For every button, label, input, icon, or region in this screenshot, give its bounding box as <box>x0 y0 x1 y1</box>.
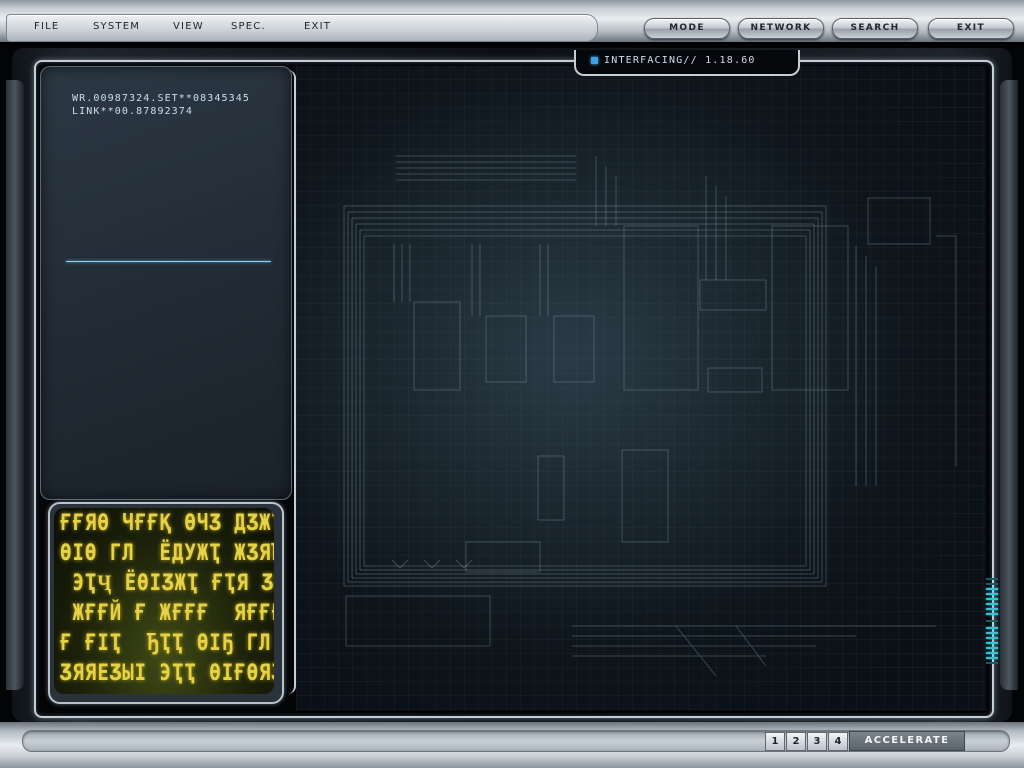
network-button[interactable]: NETWORK <box>738 18 824 39</box>
glyph-row: Ғ ҒӀҬ ЂҬҬ ӨӀҔ ГЛ <box>60 630 272 656</box>
level-bar <box>986 642 998 644</box>
schematic-lines <box>343 155 957 677</box>
left-frame-rail <box>6 80 24 690</box>
level-bar <box>986 632 998 634</box>
page-4-button[interactable]: 4 <box>828 732 848 751</box>
top-menu-bar: FILE SYSTEM VIEW SPEC. EXIT MODE NETWORK… <box>0 0 1024 42</box>
square-marker-icon <box>591 57 598 64</box>
chip-k <box>345 595 491 647</box>
level-bar <box>986 652 998 654</box>
level-bar <box>986 583 998 585</box>
chip-b <box>485 315 527 383</box>
readout-line-1: WR.00987324.SET**08345345 <box>72 93 251 104</box>
level-bar <box>986 613 998 615</box>
chip-a <box>413 301 461 391</box>
level-bar <box>986 662 998 664</box>
level-bar <box>986 637 998 639</box>
app-window: FILE SYSTEM VIEW SPEC. EXIT MODE NETWORK… <box>0 0 1024 768</box>
level-bar <box>986 647 998 649</box>
chip-d <box>623 225 699 391</box>
level-bar <box>986 603 998 605</box>
menu-view[interactable]: VIEW <box>173 21 204 35</box>
level-bar <box>986 608 998 610</box>
right-frame-rail <box>1000 80 1018 690</box>
bus-bottom <box>344 565 826 587</box>
level-bar <box>986 593 998 595</box>
glyph-row: ЖҒҒЙ Ғ ЖҒҒҒ ЯҒҒҒ <box>60 600 274 626</box>
right-traces <box>855 235 957 486</box>
level-bar <box>986 657 998 659</box>
page-2-button[interactable]: 2 <box>786 732 806 751</box>
circuit-schematic <box>296 66 986 710</box>
alien-glyph-screen: ҒҒЯӨ ЧҒҒҚ ӨЧӠ ДӠЖҬ ӨӀӨ ГЛ ЁДУЖҬ ЖӠЯЂ Ѵ Э… <box>54 508 274 694</box>
chip-f <box>621 449 669 543</box>
menu-system[interactable]: SYSTEM <box>93 21 140 35</box>
readout-panel <box>40 66 292 500</box>
chip-h <box>699 279 767 311</box>
page-3-button[interactable]: 3 <box>807 732 827 751</box>
lower-traces <box>572 625 936 677</box>
chip-c <box>553 315 595 383</box>
bus-left <box>343 206 365 586</box>
glyph-row: ҒҒЯӨ ЧҒҒҚ ӨЧӠ ДӠЖҬ <box>60 510 274 536</box>
menu-exit[interactable]: EXIT <box>304 21 331 35</box>
panel-edge <box>286 70 296 694</box>
level-bar <box>986 620 998 622</box>
mode-button[interactable]: MODE <box>644 18 730 39</box>
accelerate-button[interactable]: ACCELERATE <box>849 731 965 751</box>
level-bar <box>986 627 998 629</box>
menu-file[interactable]: FILE <box>34 21 59 35</box>
search-button[interactable]: SEARCH <box>832 18 918 39</box>
bus-right <box>805 206 827 586</box>
level-bar <box>986 578 998 580</box>
level-bar <box>986 588 998 590</box>
status-text: INTERFACING// 1.18.60 <box>604 55 756 66</box>
header-lines <box>396 155 576 181</box>
bus-top <box>344 205 826 237</box>
glyph-row: ӠЯЯЕӠЫӀ ЭҬҬ ӨӀҒӨЯӠ <box>60 660 274 686</box>
exit-button[interactable]: EXIT <box>928 18 1014 39</box>
page-1-button[interactable]: 1 <box>765 732 785 751</box>
chip-i <box>537 455 565 521</box>
menu-spec[interactable]: SPEC. <box>231 21 266 35</box>
glyph-row: ӨӀӨ ГЛ ЁДУЖҬ ЖӠЯЂ Ѵ <box>60 540 274 566</box>
chip-j <box>465 541 541 573</box>
readout-line-2: LINK**00.87892374 <box>72 106 194 117</box>
panel-divider <box>66 261 271 262</box>
glyph-row: ЭҬҶ ЁӨӀӠЖҬ ҒҬЯ ӠЃ <box>60 570 274 596</box>
bus-drops <box>393 244 549 316</box>
chip-g <box>867 197 931 245</box>
chip-l <box>707 367 763 393</box>
diodes <box>391 559 473 569</box>
level-bar <box>986 598 998 600</box>
